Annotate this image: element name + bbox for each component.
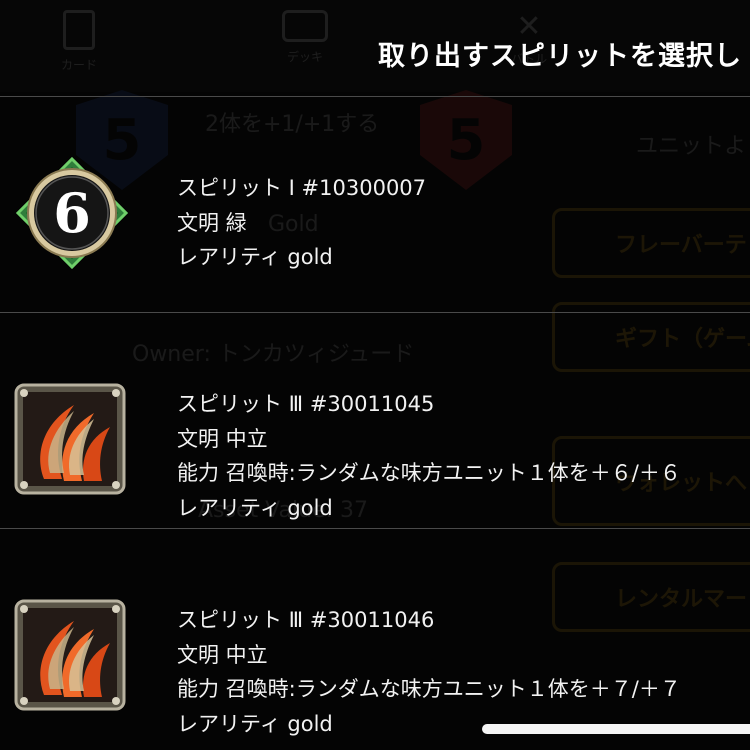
home-indicator[interactable] [482, 724, 750, 734]
spirit-row[interactable]: 6 スピリット Ⅰ #10300007 文明 緑 レアリティ gold [0, 96, 750, 312]
spirit-list: 6 スピリット Ⅰ #10300007 文明 緑 レアリティ gold スピリッ… [0, 96, 750, 744]
spirit-row[interactable]: スピリット Ⅲ #30011045 文明 中立 能力 召喚時:ランダムな味方ユニ… [0, 312, 750, 528]
spirit-details: スピリット Ⅲ #30011045 文明 中立 能力 召喚時:ランダムな味方ユニ… [177, 387, 681, 525]
spirit-civilization: 文明 中立 [177, 426, 268, 451]
spirit-details: スピリット Ⅲ #30011046 文明 中立 能力 召喚時:ランダムな味方ユニ… [177, 603, 681, 741]
claw-icon [14, 383, 126, 495]
spirit-name: スピリット Ⅲ #30011045 [177, 392, 435, 416]
cost-value: 6 [53, 181, 91, 245]
spirit-rarity: レアリティ gold [177, 245, 333, 269]
cost-6-icon: 6 [16, 157, 128, 269]
spirit-rarity: レアリティ gold [177, 495, 333, 520]
spirit-row[interactable]: スピリット Ⅲ #30011046 文明 中立 能力 召喚時:ランダムな味方ユニ… [0, 528, 750, 744]
spirit-ability: 能力 召喚時:ランダムな味方ユニット１体を＋６/＋６ [177, 461, 681, 485]
sheet-title: 取り出すスピリットを選択し [378, 41, 742, 72]
claw-icon [14, 599, 126, 711]
spirit-ability: 能力 召喚時:ランダムな味方ユニット１体を＋７/＋７ [177, 677, 681, 701]
spirit-civilization: 文明 緑 [177, 210, 247, 235]
spirit-details: スピリット Ⅰ #10300007 文明 緑 レアリティ gold [177, 171, 426, 275]
spirit-name: スピリット Ⅲ #30011046 [177, 608, 435, 632]
spirit-civilization: 文明 中立 [177, 642, 268, 667]
spirit-name: スピリット Ⅰ #10300007 [177, 176, 427, 200]
